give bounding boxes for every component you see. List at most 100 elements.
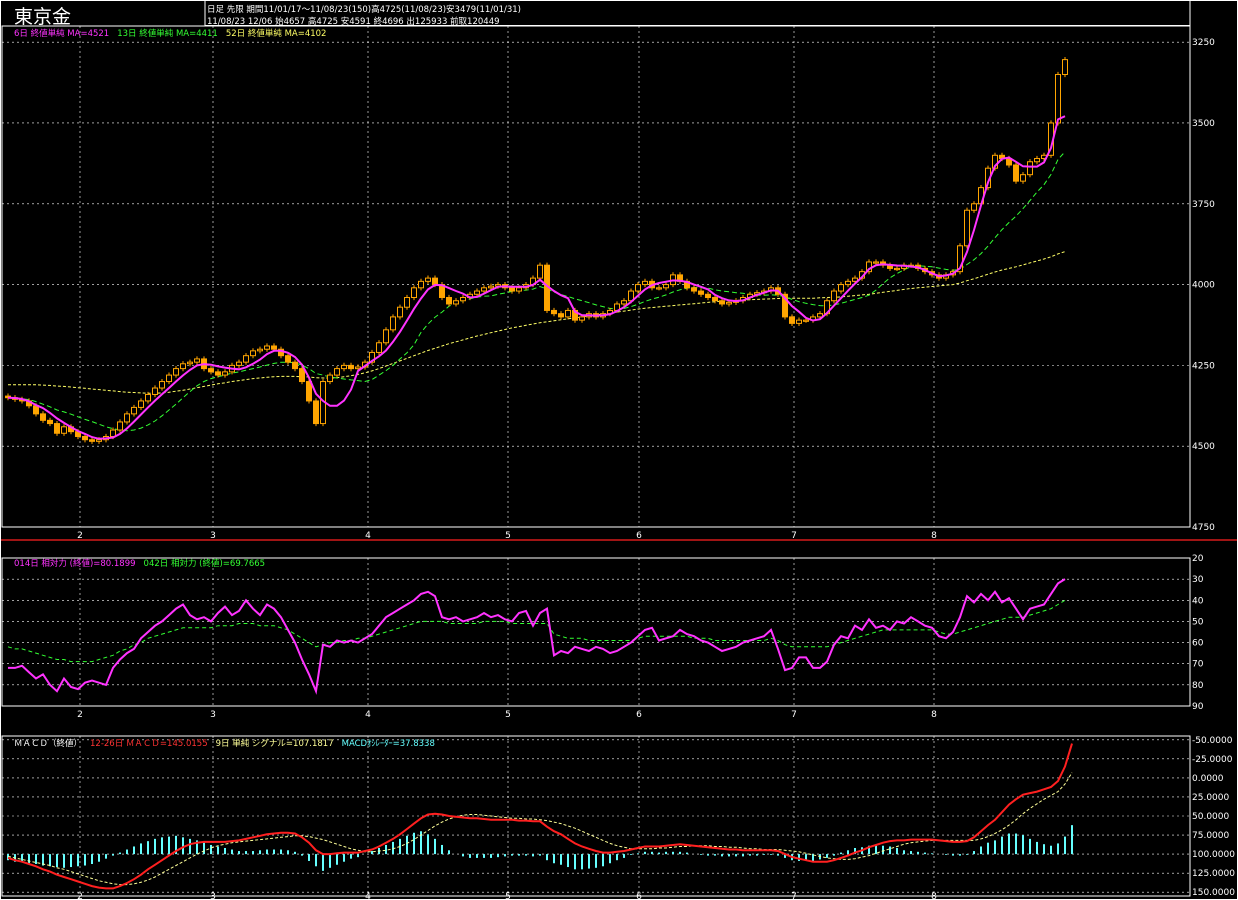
- macd-legend: MACDｵｼﾚｰﾀｰ=37.8338: [342, 739, 435, 749]
- price-panel-y-tick-label: 3750: [1192, 200, 1215, 210]
- candle-body: [327, 374, 333, 383]
- candle-body: [663, 284, 669, 289]
- candle-body: [222, 371, 228, 376]
- candle-body: [236, 361, 242, 366]
- candle-body: [215, 371, 221, 376]
- candle-body: [96, 439, 102, 442]
- macd-x-tick-label: 5: [505, 892, 511, 900]
- rsi-panel-y-tick-label: 80: [1192, 681, 1204, 691]
- macd-panel-y-tick-label: 25.0000: [1192, 793, 1229, 803]
- candle-body: [194, 358, 200, 363]
- candle-body: [173, 368, 179, 376]
- candle-body: [432, 277, 438, 286]
- price-x-tick-label: 2: [77, 531, 83, 541]
- macd-x-tick-label: 3: [210, 892, 216, 900]
- candle-body: [131, 406, 137, 415]
- macd-panel-y-tick-label: 0.0000: [1192, 774, 1224, 784]
- candle-body: [1013, 164, 1019, 182]
- candle-body: [796, 319, 802, 324]
- price-panel-y-tick-label: 4000: [1192, 281, 1215, 291]
- rsi-x-tick-label: 8: [931, 710, 937, 720]
- macd-panel-y-tick-label: 50.0000: [1192, 812, 1229, 822]
- rsi-panel-y-tick-label: 60: [1192, 639, 1204, 649]
- rsi-x-tick-label: 5: [505, 710, 511, 720]
- candle-body: [124, 413, 130, 423]
- rsi-panel-y-tick-label: 70: [1192, 660, 1204, 670]
- candle-body: [138, 400, 144, 408]
- rsi-x-tick-label: 7: [791, 710, 797, 720]
- candle-body: [635, 284, 641, 292]
- rsi-x-tick-label: 6: [636, 710, 642, 720]
- candle-body: [446, 297, 452, 305]
- macd-legend: ＭＡＣＤ（終値）: [14, 738, 82, 749]
- candle-body: [208, 368, 214, 373]
- price-panel-y-tick-label: 3500: [1192, 119, 1215, 129]
- candle-body: [250, 350, 256, 357]
- candle-body: [243, 355, 249, 363]
- candle-body: [306, 381, 312, 402]
- macd-panel-y-tick-label: -25.0000: [1192, 755, 1233, 765]
- candle-body: [292, 361, 298, 370]
- candle-body: [453, 300, 459, 305]
- candle-body: [971, 203, 977, 211]
- candle-body: [411, 287, 417, 299]
- candle-body: [334, 368, 340, 376]
- candle-body: [313, 400, 319, 425]
- candle-body: [894, 267, 900, 271]
- candle-body: [425, 277, 431, 282]
- candle-body: [1027, 161, 1033, 176]
- price-legend: 6日 終値単純 MA=4521: [14, 28, 109, 39]
- candle-body: [964, 209, 970, 247]
- candle-body: [1055, 73, 1061, 124]
- macd-x-tick-label: 8: [931, 892, 937, 900]
- price-panel-y-tick-label: 4500: [1192, 442, 1215, 452]
- candle-body: [418, 280, 424, 289]
- candle-body: [621, 300, 627, 305]
- candle-body: [789, 316, 795, 324]
- rsi-x-tick-label: 2: [77, 710, 83, 720]
- candle-body: [166, 374, 172, 383]
- candle-body: [257, 348, 263, 352]
- price-x-tick-label: 3: [210, 531, 216, 541]
- candle-body: [579, 316, 585, 321]
- candle-body: [474, 290, 480, 295]
- candle-body: [831, 290, 837, 302]
- candle-body: [117, 421, 123, 431]
- price-panel-y-tick-label: 3250: [1192, 38, 1215, 48]
- macd-panel-y-tick-label: 150.0000: [1192, 888, 1235, 898]
- candle-body: [187, 361, 193, 365]
- candle-body: [376, 342, 382, 353]
- rsi-panel-y-tick-label: 50: [1192, 617, 1204, 627]
- candle-body: [488, 285, 494, 289]
- rsi-panel-y-tick-label: 90: [1192, 702, 1204, 712]
- rsi-x-tick-label: 4: [365, 710, 371, 720]
- candle-body: [803, 319, 809, 322]
- price-x-tick-label: 8: [931, 531, 937, 541]
- candle-body: [726, 301, 732, 305]
- candle-body: [89, 439, 95, 442]
- candle-body: [299, 368, 305, 383]
- candle-body: [656, 287, 662, 290]
- candle-body: [271, 345, 277, 350]
- macd-x-tick-label: 6: [636, 892, 642, 900]
- candle-body: [712, 297, 718, 302]
- candle-body: [341, 364, 347, 370]
- rsi-panel-y-tick-label: 30: [1192, 575, 1204, 585]
- candle-body: [691, 287, 697, 292]
- candle-body: [61, 426, 67, 434]
- candle-body: [509, 287, 515, 292]
- rsi-legend: 014日 相対力 (終値)=80.1899: [14, 558, 136, 569]
- candle-body: [47, 419, 53, 425]
- chart-canvas: 47504500425040003750350032502 3 4 5 6 7 86日 終値…: [0, 0, 1238, 900]
- header-box: [204, 0, 1191, 26]
- macd-legend: 9日 単純 シグナル=107.1817: [216, 738, 334, 749]
- price-x-tick-label: 5: [505, 531, 511, 541]
- candle-body: [698, 290, 704, 295]
- candle-body: [152, 387, 158, 395]
- rsi-x-tick-label: 3: [210, 710, 216, 720]
- price-legend: 13日 終値単純 MA=4411: [117, 28, 218, 39]
- candle-body: [159, 381, 165, 389]
- candle-body: [348, 364, 354, 370]
- candle-body: [537, 264, 543, 279]
- candle-body: [845, 280, 851, 286]
